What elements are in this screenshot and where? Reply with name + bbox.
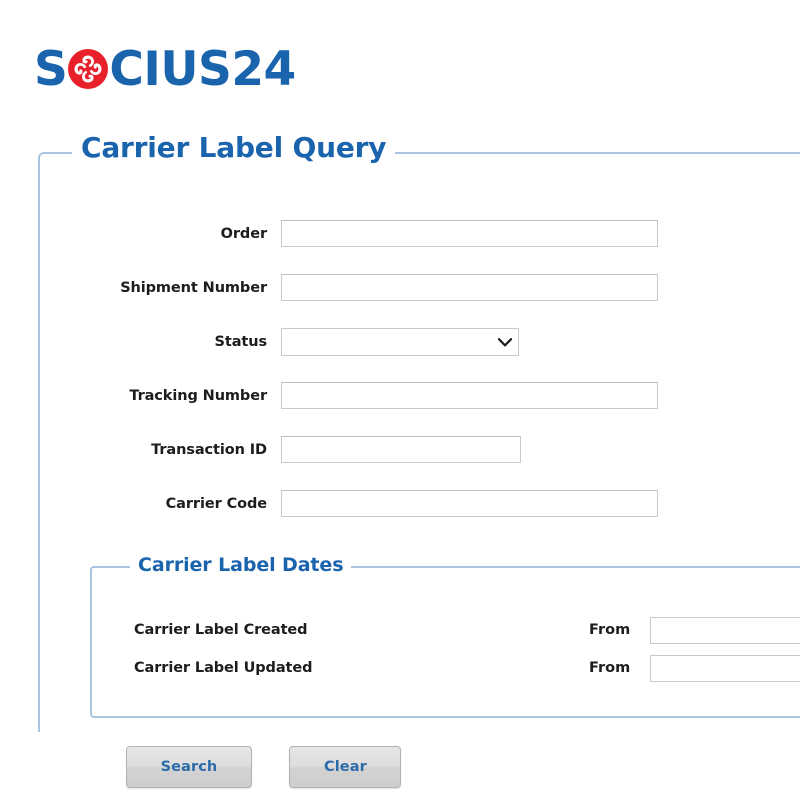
- page-root: S CIUS24 Carrier Label Query Order Shipm…: [0, 0, 800, 800]
- field-row-order: Order: [40, 216, 800, 270]
- action-bar: Search Clear: [126, 746, 402, 788]
- query-field-list: Order Shipment Number Status Tracking Nu…: [40, 216, 800, 540]
- carrier-label-query-panel: Carrier Label Query Order Shipment Numbe…: [38, 131, 800, 788]
- carrier-label-updated-from-input[interactable]: [650, 655, 800, 682]
- label-tracking-number: Tracking Number: [129, 388, 267, 404]
- date-row-updated: Carrier Label Updated From: [92, 652, 800, 690]
- label-order: Order: [220, 226, 267, 242]
- label-transaction-id: Transaction ID: [151, 442, 267, 458]
- socius24-logo: S CIUS24: [34, 40, 296, 98]
- tracking-number-input[interactable]: [281, 382, 658, 409]
- search-button[interactable]: Search: [126, 746, 252, 788]
- socius-pinwheel-icon: [68, 49, 109, 89]
- field-row-carrier-code: Carrier Code: [40, 486, 800, 540]
- status-select[interactable]: [281, 328, 519, 356]
- label-status: Status: [214, 334, 268, 350]
- label-updated-from: From: [589, 660, 631, 676]
- carrier-label-dates-title: Carrier Label Dates: [130, 554, 352, 576]
- logo-wordmark: S CIUS24: [34, 46, 296, 93]
- date-field-list: Carrier Label Created From Carrier Label…: [92, 614, 800, 690]
- order-input[interactable]: [281, 220, 658, 247]
- logo-text-before: S: [34, 41, 68, 97]
- label-carrier-code: Carrier Code: [165, 496, 267, 512]
- label-carrier-label-created: Carrier Label Created: [134, 622, 308, 638]
- page-title: Carrier Label Query: [72, 131, 396, 164]
- field-row-shipment-number: Shipment Number: [40, 270, 800, 324]
- label-created-from: From: [589, 622, 631, 638]
- carrier-code-input[interactable]: [281, 490, 658, 517]
- clear-button[interactable]: Clear: [289, 746, 402, 788]
- logo-text-after: CIUS24: [109, 41, 296, 97]
- date-row-created: Carrier Label Created From: [92, 614, 800, 652]
- label-shipment-number: Shipment Number: [120, 280, 267, 296]
- carrier-label-dates-panel: Carrier Label Dates Carrier Label Create…: [90, 554, 800, 718]
- field-row-status: Status: [40, 324, 800, 378]
- field-row-transaction-id: Transaction ID: [40, 432, 800, 486]
- shipment-number-input[interactable]: [281, 274, 658, 301]
- field-row-tracking-number: Tracking Number: [40, 378, 800, 432]
- transaction-id-input[interactable]: [281, 436, 521, 463]
- carrier-label-created-from-input[interactable]: [650, 617, 800, 644]
- label-carrier-label-updated: Carrier Label Updated: [134, 660, 313, 676]
